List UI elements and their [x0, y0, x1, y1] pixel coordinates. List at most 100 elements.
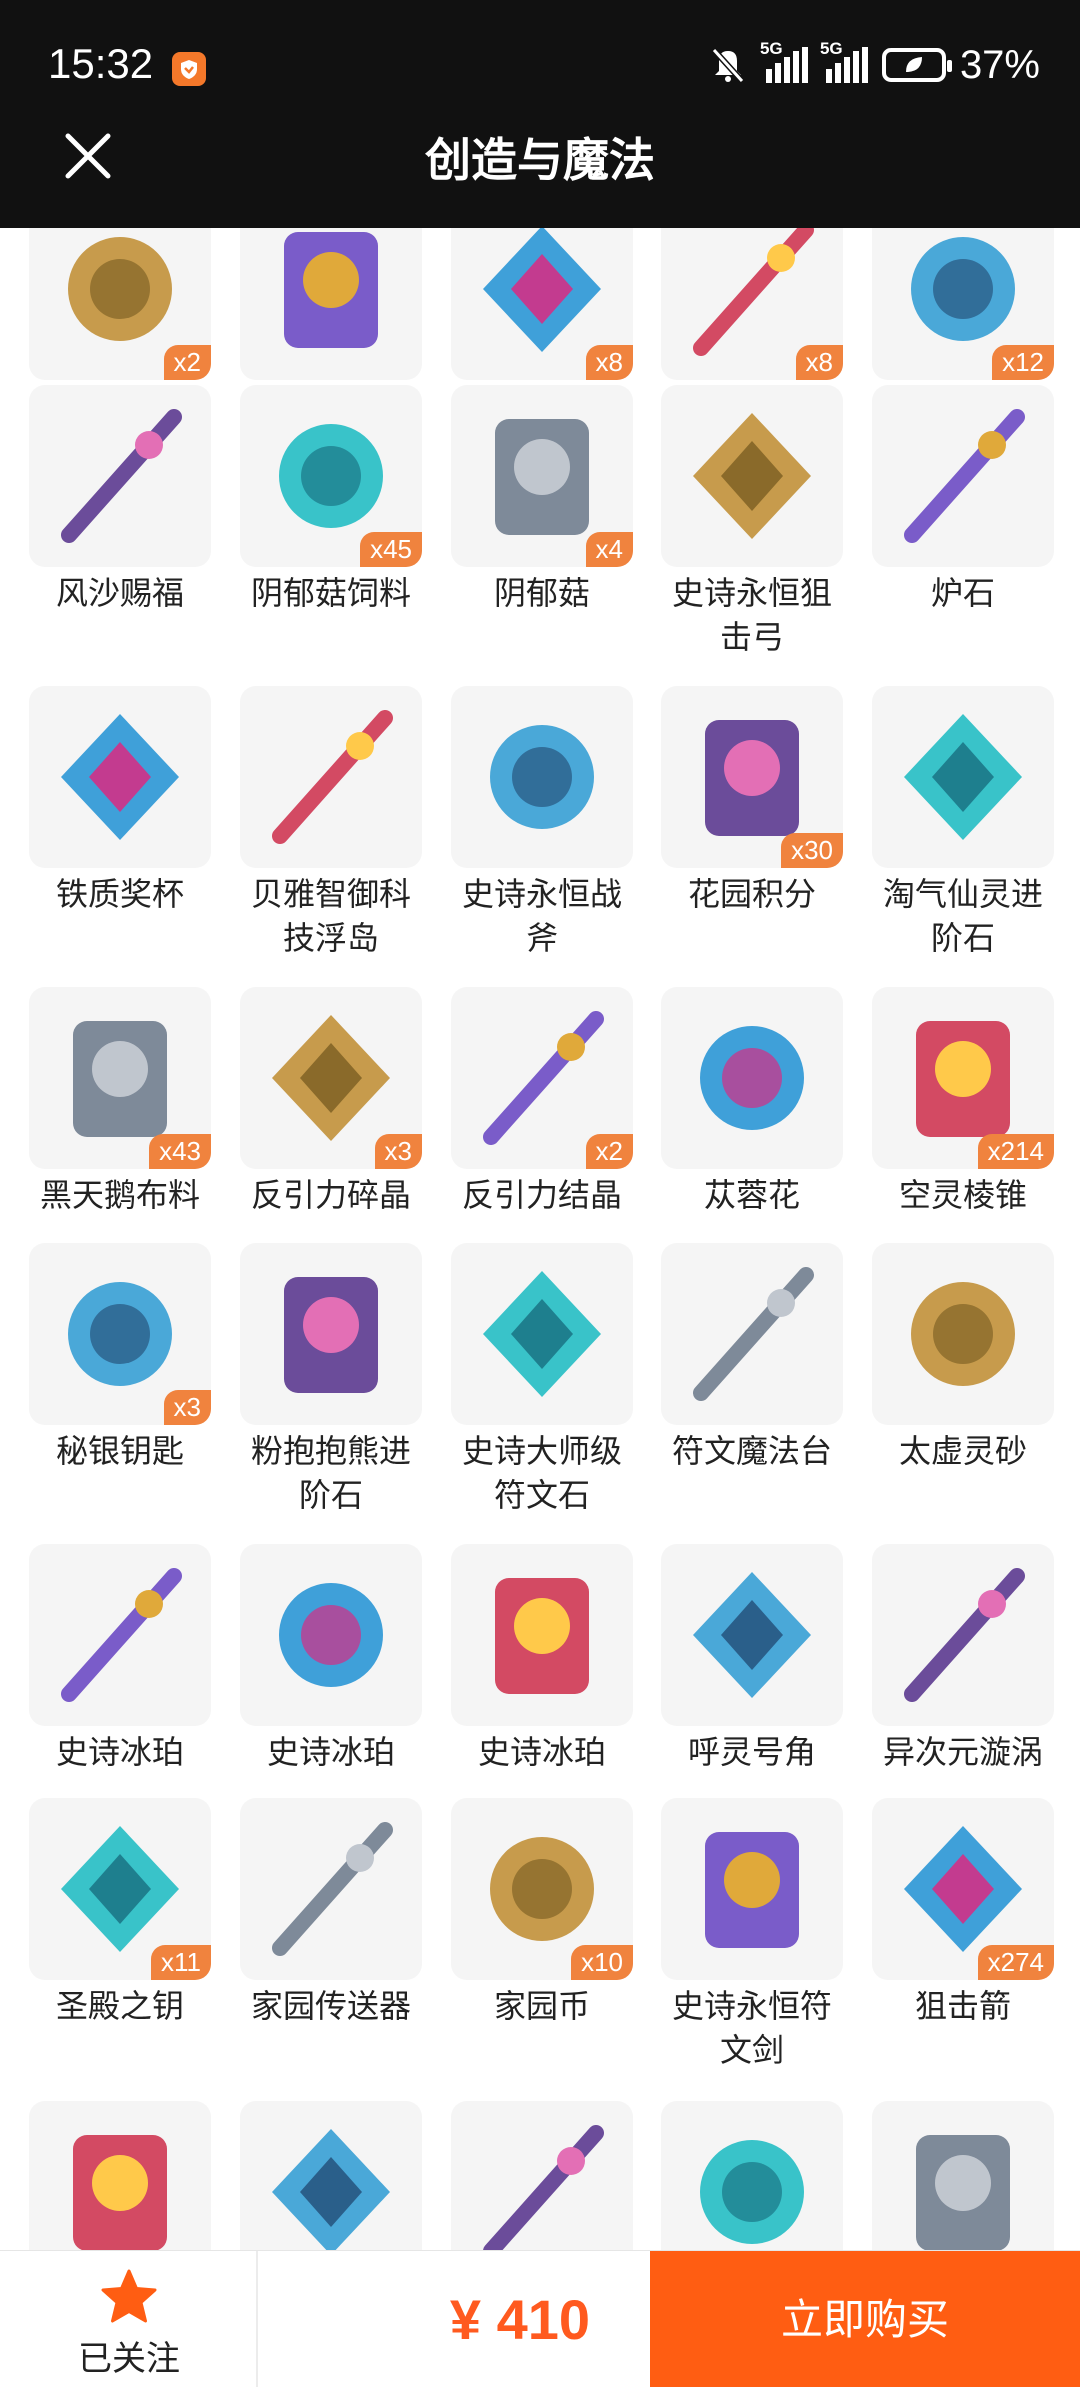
follow-button[interactable]: 已关注: [0, 2251, 258, 2387]
item-thumbnail[interactable]: x214: [872, 987, 1054, 1169]
item-thumbnail[interactable]: x4: [451, 385, 633, 567]
item-thumbnail[interactable]: [872, 686, 1054, 868]
item-thumbnail[interactable]: x12: [872, 228, 1054, 380]
mute-icon: [711, 47, 745, 84]
item-card[interactable]: 风沙赐福: [29, 385, 211, 615]
quantity-badge: x274: [977, 1945, 1054, 1980]
item-card[interactable]: [240, 2101, 422, 2250]
item-card[interactable]: 太虚灵砂: [872, 1243, 1054, 1473]
item-thumbnail[interactable]: [29, 385, 211, 567]
item-image-icon: [693, 413, 811, 539]
item-card[interactable]: 家园传送器: [240, 1798, 422, 2028]
item-thumbnail[interactable]: x2: [29, 228, 211, 380]
item-image-icon: [495, 1578, 589, 1694]
bottom-bar: 已关注 ¥ 410 立即购买: [0, 2250, 1080, 2387]
item-thumbnail[interactable]: [661, 1798, 843, 1980]
item-card[interactable]: [451, 2101, 633, 2250]
item-card[interactable]: 苁蓉花: [661, 987, 843, 1217]
item-name: 史诗冰珀: [477, 1733, 606, 1771]
item-card[interactable]: x2 反引力结晶: [451, 987, 633, 1217]
item-name: 史诗永恒战斧: [461, 875, 622, 957]
item-card[interactable]: x11 圣殿之钥: [29, 1798, 211, 2028]
item-card[interactable]: 异次元漩涡: [872, 1544, 1054, 1774]
item-thumbnail[interactable]: x2: [451, 987, 633, 1169]
item-card[interactable]: 史诗冰珀: [451, 1544, 633, 1774]
item-card[interactable]: x274 狙击箭: [872, 1798, 1054, 2028]
item-thumbnail[interactable]: [661, 2101, 843, 2250]
item-thumbnail[interactable]: [872, 1544, 1054, 1726]
item-card[interactable]: x43 黑天鹅布料: [29, 987, 211, 1217]
item-name: 史诗永恒符文剑: [671, 1987, 832, 2069]
signal-icon-2: 5G: [820, 39, 868, 83]
item-card[interactable]: [661, 2101, 843, 2250]
item-name: 史诗冰珀: [266, 1733, 395, 1771]
item-thumbnail[interactable]: [29, 2101, 211, 2250]
buy-now-button[interactable]: 立即购买: [650, 2251, 1080, 2387]
item-card[interactable]: 呼灵号角: [661, 1544, 843, 1774]
item-card[interactable]: x10 家园币: [451, 1798, 633, 2028]
item-thumbnail[interactable]: [240, 686, 422, 868]
item-thumbnail[interactable]: [451, 2101, 633, 2250]
item-image-icon: [284, 232, 378, 348]
item-card[interactable]: 炉石: [872, 385, 1054, 615]
item-thumbnail[interactable]: [240, 2101, 422, 2250]
item-thumbnail[interactable]: x8: [451, 228, 633, 380]
item-thumbnail[interactable]: [661, 1544, 843, 1726]
item-thumbnail[interactable]: x3: [29, 1243, 211, 1425]
item-thumbnail[interactable]: x43: [29, 987, 211, 1169]
item-thumbnail[interactable]: x10: [451, 1798, 633, 1980]
item-name: 史诗冰珀: [55, 1733, 184, 1771]
item-thumbnail[interactable]: [451, 686, 633, 868]
item-thumbnail[interactable]: x30: [661, 686, 843, 868]
item-card[interactable]: 粉抱抱熊进阶石: [240, 1243, 422, 1517]
item-card[interactable]: [872, 2101, 1054, 2250]
item-thumbnail[interactable]: [451, 1243, 633, 1425]
item-image-icon: [705, 1832, 799, 1948]
item-card[interactable]: x3 秘银钥匙: [29, 1243, 211, 1473]
item-thumbnail[interactable]: [872, 1243, 1054, 1425]
item-thumbnail[interactable]: x8: [661, 228, 843, 380]
item-card[interactable]: x45 阴郁菇饲料: [240, 385, 422, 615]
item-card[interactable]: 史诗永恒符文剑: [661, 1798, 843, 2072]
item-thumbnail[interactable]: [29, 1544, 211, 1726]
item-card[interactable]: 史诗大师级符文石: [451, 1243, 633, 1517]
item-thumbnail[interactable]: [872, 385, 1054, 567]
item-card[interactable]: x214 空灵棱锥: [872, 987, 1054, 1217]
item-thumbnail[interactable]: [240, 228, 422, 380]
item-card[interactable]: x4 阴郁菇: [451, 385, 633, 615]
quantity-badge: x4: [585, 532, 633, 567]
item-card[interactable]: 符文魔法台: [661, 1243, 843, 1473]
item-card[interactable]: 史诗冰珀: [240, 1544, 422, 1774]
item-card[interactable]: 史诗冰珀: [29, 1544, 211, 1774]
item-card[interactable]: 铁质奖杯: [29, 686, 211, 916]
item-thumbnail[interactable]: [451, 1544, 633, 1726]
item-thumbnail[interactable]: [661, 1243, 843, 1425]
item-card[interactable]: x3 反引力碎晶: [240, 987, 422, 1217]
item-name: 反引力碎晶: [250, 1176, 411, 1214]
item-thumbnail[interactable]: [661, 987, 843, 1169]
item-image-icon: [483, 1271, 601, 1397]
item-thumbnail[interactable]: [661, 385, 843, 567]
item-image-icon: [272, 2129, 390, 2250]
item-image-icon: [693, 1572, 811, 1698]
item-thumbnail[interactable]: x3: [240, 987, 422, 1169]
item-name: 阴郁菇: [493, 574, 590, 612]
item-thumbnail[interactable]: [240, 1798, 422, 1980]
item-thumbnail[interactable]: x11: [29, 1798, 211, 1980]
item-card[interactable]: 史诗永恒战斧: [451, 686, 633, 960]
item-thumbnail[interactable]: [872, 2101, 1054, 2250]
item-card[interactable]: [29, 2101, 211, 2250]
quantity-badge: x8: [795, 345, 843, 380]
item-thumbnail[interactable]: [240, 1544, 422, 1726]
item-card[interactable]: 贝雅智御科技浮岛: [240, 686, 422, 960]
item-thumbnail[interactable]: [240, 1243, 422, 1425]
item-card[interactable]: 史诗永恒狙击弓: [661, 385, 843, 659]
item-thumbnail[interactable]: [29, 686, 211, 868]
item-image-icon: [700, 2140, 804, 2244]
item-card[interactable]: x30 花园积分: [661, 686, 843, 916]
item-thumbnail[interactable]: x274: [872, 1798, 1054, 1980]
item-card[interactable]: 淘气仙灵进阶石: [872, 686, 1054, 960]
status-time: 15:32: [48, 40, 154, 87]
item-thumbnail[interactable]: x45: [240, 385, 422, 567]
item-name: 风沙赐福: [55, 574, 184, 612]
